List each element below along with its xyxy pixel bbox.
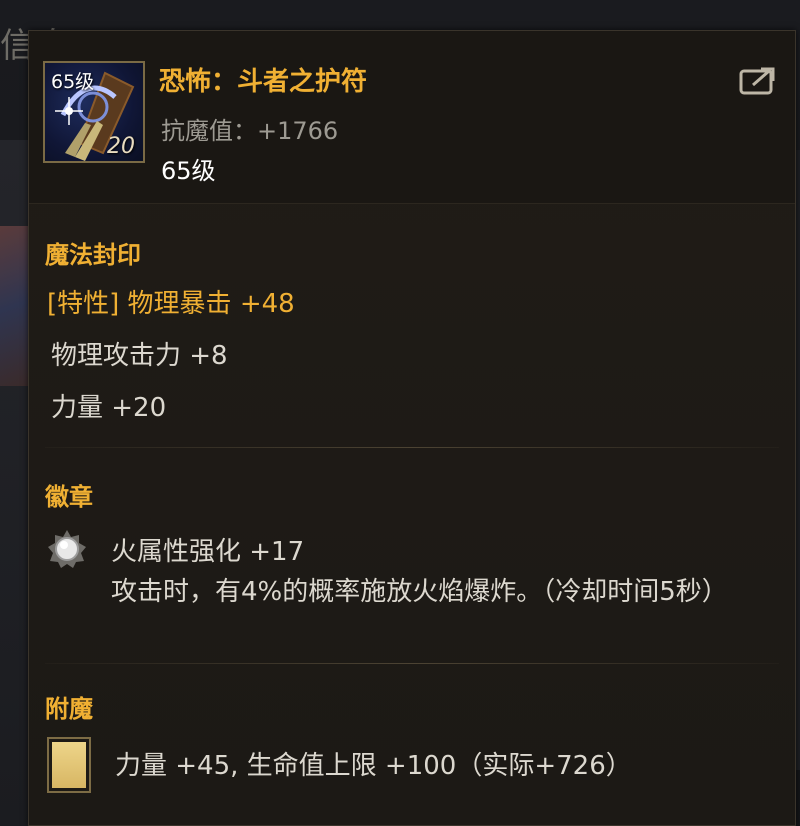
emblem-title: 火属性强化 +17	[111, 537, 305, 567]
item-name: 恐怖：斗者之护符	[159, 67, 368, 97]
magic-seal-line: 物理攻击力 +8	[51, 341, 228, 371]
silver-emblem-icon[interactable]	[47, 529, 87, 569]
enchant-text: 力量 +45, 生命值上限 +100（实际+726）	[115, 751, 632, 781]
item-level: 65级	[161, 157, 216, 185]
magic-seal-label: 魔法封印	[45, 241, 141, 269]
divider	[45, 447, 779, 448]
divider	[45, 663, 779, 664]
background-character-art	[0, 226, 30, 386]
enchant-label: 附魔	[45, 695, 93, 723]
item-tooltip: 65级 20 恐怖：斗者之护符 抗魔值：+1766 65级 魔法封印 [特性] …	[28, 30, 796, 826]
item-level-badge: 65级	[51, 71, 95, 93]
magic-seal-line: [特性] 物理暴击 +48	[47, 289, 295, 319]
silver-emblem-icon-art	[48, 530, 86, 568]
item-count: 20	[107, 134, 135, 159]
share-icon[interactable]	[739, 65, 779, 95]
magic-seal-line: 力量 +20	[51, 393, 167, 423]
item-magic-defense: 抗魔值：+1766	[161, 117, 339, 145]
share-icon-art	[739, 67, 775, 95]
gold-card-icon[interactable]	[47, 737, 91, 793]
emblem-label: 徽章	[45, 483, 93, 511]
tooltip-header: 65级 20 恐怖：斗者之护符 抗魔值：+1766 65级	[29, 31, 795, 204]
amulet-icon[interactable]: 65级 20	[43, 61, 145, 163]
emblem-description: 攻击时，有4%的概率施放火焰爆炸。（冷却时间5秒）	[111, 577, 728, 607]
